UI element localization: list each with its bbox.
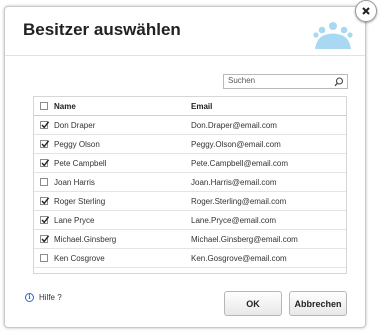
checkmark-icon <box>41 216 50 224</box>
row-email: Ken.Gosgrove@email.com <box>191 254 287 263</box>
owner-select-dialog: Besitzer auswählen Suchen Name Email Don… <box>4 6 366 328</box>
row-name: Peggy Olson <box>54 140 100 149</box>
row-email: Lane.Pryce@email.com <box>191 216 277 225</box>
row-name: Pete Campbell <box>54 159 107 168</box>
row-checkbox[interactable] <box>40 140 50 148</box>
checkmark-icon <box>41 121 50 129</box>
column-header-name: Name <box>54 102 76 111</box>
table-row[interactable]: Don Draper Don.Draper@email.com <box>34 116 346 135</box>
info-icon: i <box>25 293 34 302</box>
column-header-email: Email <box>191 102 213 111</box>
checkmark-icon <box>41 235 50 243</box>
row-name: Ken Cosgrove <box>54 254 105 263</box>
select-all-checkbox[interactable] <box>40 102 48 110</box>
table-row[interactable]: Ken Cosgrove Ken.Gosgrove@email.com <box>34 249 346 268</box>
row-checkbox[interactable] <box>40 197 50 205</box>
row-name: Michael.Ginsberg <box>54 235 117 244</box>
row-checkbox[interactable] <box>40 216 50 224</box>
table-row[interactable]: Roger Sterling Roger.Sterling@email.com <box>34 192 346 211</box>
row-checkbox[interactable] <box>40 121 50 129</box>
close-icon[interactable] <box>355 0 377 22</box>
row-email: Don.Draper@email.com <box>191 121 277 130</box>
table-header-row: Name Email <box>34 97 346 116</box>
checkmark-icon <box>41 159 50 167</box>
row-name: Joan Harris <box>54 178 95 187</box>
row-checkbox[interactable] <box>40 178 48 186</box>
dialog-header: Besitzer auswählen <box>5 7 365 56</box>
row-email: Roger.Sterling@email.com <box>191 197 287 206</box>
table-row[interactable]: Joan Harris Joan.Harris@email.com <box>34 173 346 192</box>
checkmark-icon <box>41 197 50 205</box>
dialog-title: Besitzer auswählen <box>23 20 181 39</box>
row-email: Joan.Harris@email.com <box>191 178 277 187</box>
help-link[interactable]: i Hilfe ? <box>25 293 62 302</box>
row-checkbox[interactable] <box>40 159 50 167</box>
row-name: Don Draper <box>54 121 96 130</box>
people-decoration-icon <box>313 22 353 49</box>
table-row[interactable]: Lane Pryce Lane.Pryce@email.com <box>34 211 346 230</box>
ok-button[interactable]: OK <box>224 291 282 316</box>
row-name: Roger Sterling <box>54 197 106 206</box>
search-input[interactable]: Suchen <box>223 74 348 89</box>
table-row[interactable]: Peggy Olson Peggy.Olson@email.com <box>34 135 346 154</box>
checkmark-icon <box>41 140 50 148</box>
row-checkbox[interactable] <box>40 254 48 262</box>
cancel-button[interactable]: Abbrechen <box>289 291 347 316</box>
search-placeholder: Suchen <box>228 76 256 85</box>
search-icon[interactable] <box>334 77 344 87</box>
owner-table: Name Email Don Draper Don.Draper@email.co… <box>33 96 347 274</box>
table-row[interactable]: Michael.Ginsberg Michael.Ginsberg@email.c… <box>34 230 346 249</box>
help-label: Hilfe ? <box>39 293 62 302</box>
row-email: Peggy.Olson@email.com <box>191 140 281 149</box>
row-email: Pete.Campbell@email.com <box>191 159 289 168</box>
row-name: Lane Pryce <box>54 216 95 225</box>
row-email: Michael.Ginsberg@email.com <box>191 235 298 244</box>
table-row[interactable]: Pete Campbell Pete.Campbell@email.com <box>34 154 346 173</box>
row-checkbox[interactable] <box>40 235 50 243</box>
